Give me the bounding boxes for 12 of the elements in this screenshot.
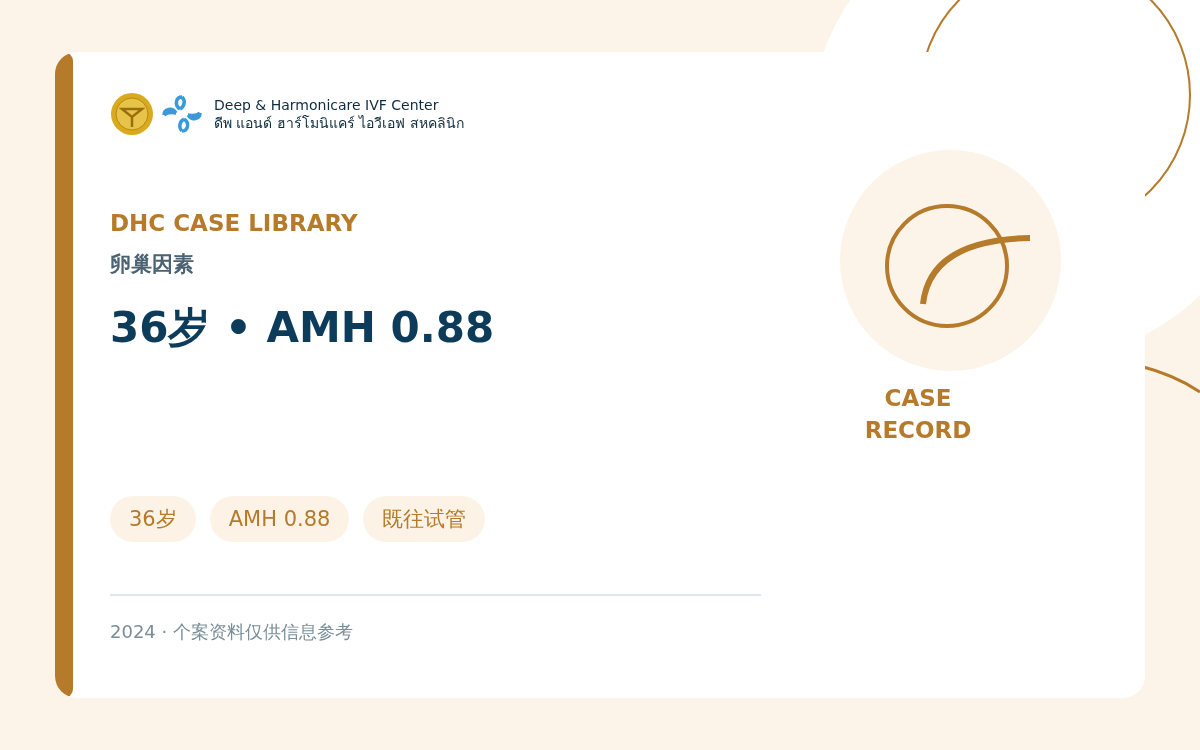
tag: AMH 0.88 [209, 496, 350, 542]
eyebrow: DHC CASE LIBRARY [110, 210, 359, 236]
logo-name: Deep & Harmonicare IVF Center [214, 96, 440, 114]
category: 卵巢因素 [110, 251, 195, 278]
tag: 既往试管 [363, 496, 486, 542]
case-title: 36岁 • AMH 0.88 [110, 302, 495, 354]
seal-icon [110, 92, 154, 136]
tag: 36岁 [110, 496, 196, 542]
footer-note: 2024 · 个案资料仅供信息参考 [110, 620, 354, 644]
logo-name-thai: ดีพ แอนด์ ฮาร์โมนิแคร์ ไอวีเอฟ สหคลินิก [214, 114, 464, 132]
flower-icon [160, 93, 204, 135]
case-record-label: CASE RECORD [863, 384, 973, 445]
